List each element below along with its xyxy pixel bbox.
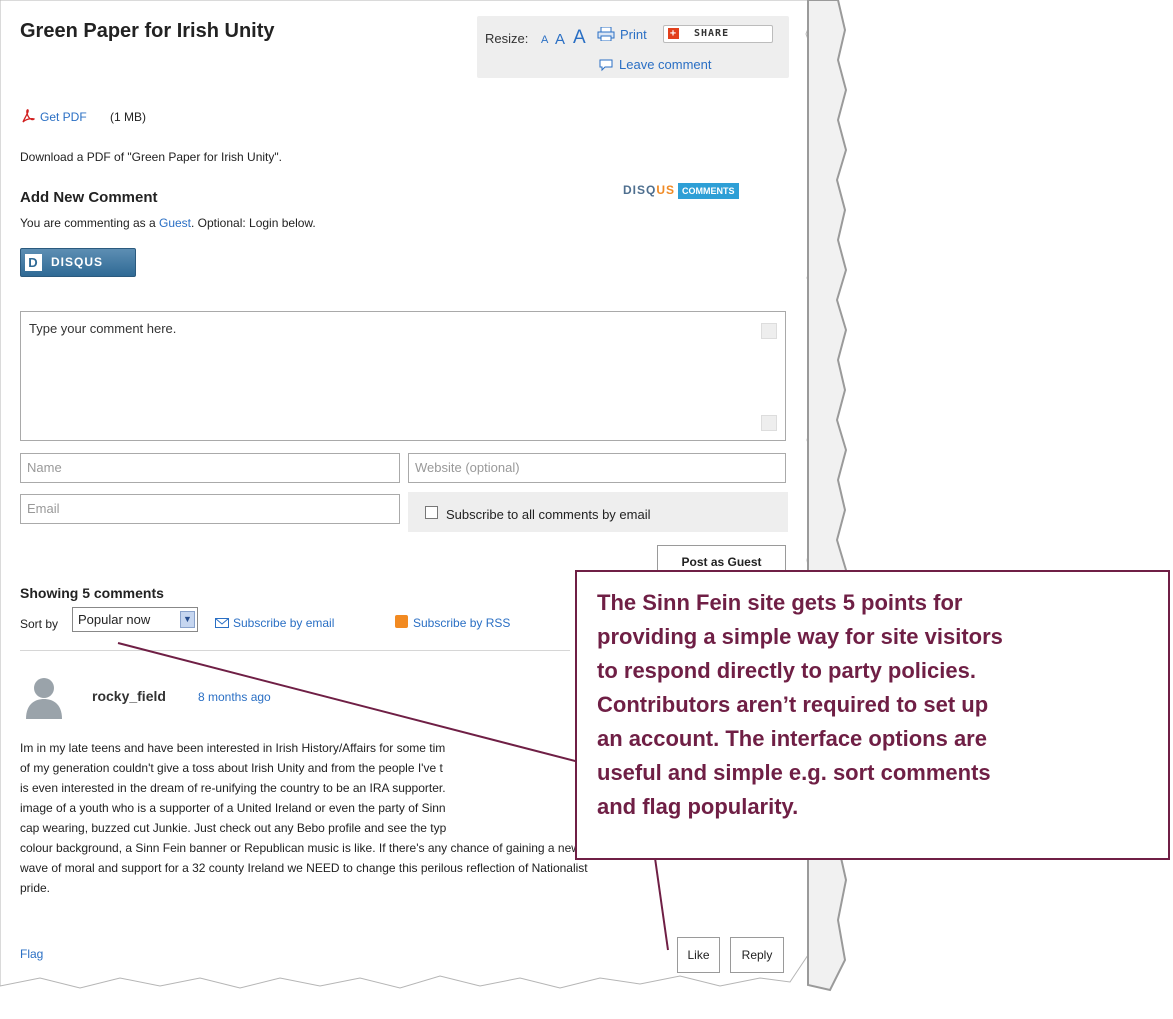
comment-textarea[interactable]: Type your comment here. [20,311,786,441]
comment-line: wave of moral and support for a 32 count… [20,861,588,875]
divider [20,650,570,651]
leave-comment-link[interactable]: Leave comment [619,57,712,72]
envelope-icon[interactable] [215,618,229,628]
flag-link[interactable]: Flag [20,947,43,961]
disqus-logo-icon: D [25,254,42,271]
add-comment-heading: Add New Comment [20,189,158,206]
name-field[interactable]: Name [20,453,400,483]
comment-line: pride. [20,881,51,895]
subscribe-label[interactable]: Subscribe to all comments by email [446,507,650,522]
annotation-callout: The Sinn Fein site gets 5 points for pro… [575,570,1170,860]
scroll-down-arrow[interactable] [761,415,777,431]
subscribe-rss-link[interactable]: Subscribe by RSS [413,616,510,630]
resize-label: Resize: [485,31,529,46]
sort-dropdown[interactable]: Popular now ▼ [72,607,198,632]
pdf-icon[interactable] [20,108,36,124]
rss-icon[interactable] [395,615,408,628]
disqus-login-button[interactable]: D DISQUS [20,248,136,277]
guest-link[interactable]: Guest [159,216,191,230]
pdf-size: (1 MB) [110,110,146,124]
comment-placeholder: Type your comment here. [29,321,177,336]
resize-medium-button[interactable]: A [555,31,565,48]
website-field[interactable]: Website (optional) [408,453,786,483]
commenting-as-text: You are commenting as a Guest. Optional:… [20,216,316,230]
get-pdf-link[interactable]: Get PDF [40,110,87,124]
comment-author[interactable]: rocky_field [92,688,166,704]
share-label: SHARE [694,28,730,39]
resize-small-button[interactable]: A [541,34,548,46]
avatar[interactable] [20,671,68,719]
share-button[interactable]: + SHARE [663,25,773,43]
page-title: Green Paper for Irish Unity [20,20,275,42]
disqus-comments-logo: DISQUS COMMENTS [623,183,739,203]
reply-button[interactable]: Reply [730,937,784,973]
plus-icon: + [668,28,679,39]
comment-timestamp[interactable]: 8 months ago [198,690,271,704]
email-field[interactable]: Email [20,494,400,524]
sort-label: Sort by [20,617,59,631]
speech-bubble-icon[interactable] [598,58,614,72]
comment-count: Showing 5 comments [20,585,164,601]
resize-large-button[interactable]: A [573,27,586,49]
callout-text: The Sinn Fein site gets 5 points for pro… [597,590,1003,819]
printer-icon[interactable] [597,27,615,41]
scroll-up-arrow[interactable] [761,323,777,339]
like-button[interactable]: Like [677,937,720,973]
subscribe-email-link[interactable]: Subscribe by email [233,616,334,630]
pdf-description: Download a PDF of "Green Paper for Irish… [20,150,282,164]
subscribe-checkbox[interactable] [425,506,438,519]
sort-selected-value: Popular now [78,612,151,627]
chevron-down-icon[interactable]: ▼ [180,611,195,628]
print-link[interactable]: Print [620,27,647,42]
